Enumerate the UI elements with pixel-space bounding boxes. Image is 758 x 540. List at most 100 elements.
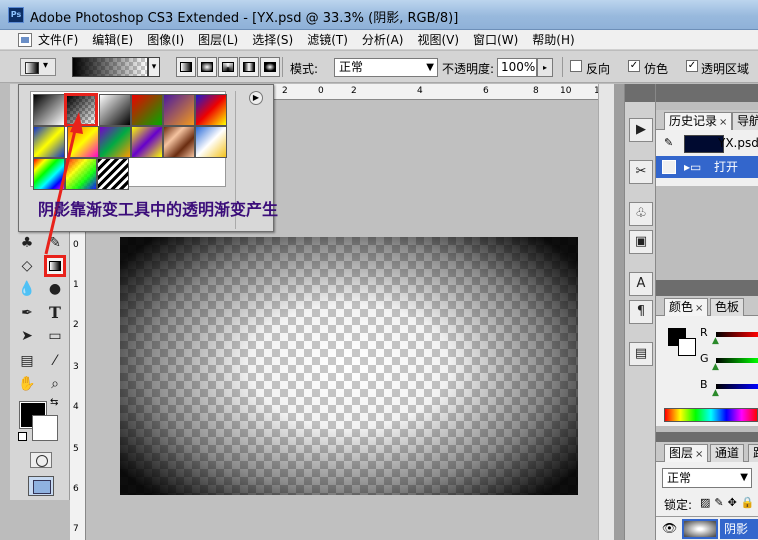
type-tool[interactable]: T: [44, 302, 66, 324]
color-spectrum-bar[interactable]: [664, 408, 758, 422]
menu-help[interactable]: 帮助(H): [532, 32, 574, 48]
brushes-panel-icon[interactable]: ♧: [629, 202, 653, 226]
opacity-input[interactable]: 100%: [497, 58, 537, 77]
preset-copper[interactable]: [163, 126, 195, 158]
background-color-swatch[interactable]: [32, 415, 58, 441]
layers-panel: 正常 ▼ 锁定: ▨✎✥🔒 👁 阴影: [656, 462, 758, 540]
notes-tool[interactable]: ▤: [16, 350, 38, 372]
tab-color[interactable]: 颜色 ×: [664, 298, 709, 316]
menu-window[interactable]: 窗口(W): [473, 32, 518, 48]
blue-slider-handle[interactable]: ▲: [712, 388, 719, 398]
menu-layer[interactable]: 图层(L): [198, 32, 238, 48]
preset-violet-green-orange[interactable]: [99, 126, 131, 158]
hand-tool[interactable]: ✋: [16, 373, 38, 395]
screen-mode-button[interactable]: [28, 476, 54, 496]
lock-icons[interactable]: ▨✎✥🔒: [700, 496, 758, 509]
history-state[interactable]: ▸▭ 打开: [656, 156, 758, 178]
preset-red-green[interactable]: [131, 94, 163, 126]
tab-navigator[interactable]: 导航: [732, 112, 758, 130]
history-source-icon: [662, 160, 676, 174]
tool-preset-picker[interactable]: [20, 58, 56, 76]
preset-violet-orange[interactable]: [163, 94, 195, 126]
preset-spectrum[interactable]: [33, 158, 65, 190]
green-slider-handle[interactable]: ▲: [712, 362, 719, 372]
blur-tool[interactable]: 💧: [16, 278, 38, 300]
preset-transparent-stripes[interactable]: [97, 158, 129, 190]
eye-icon[interactable]: 👁: [662, 521, 677, 535]
swap-colors-icon[interactable]: ⇆: [50, 397, 58, 408]
gradient-tool[interactable]: [44, 255, 66, 277]
actions-panel-icon[interactable]: ▶: [629, 118, 653, 142]
character-panel-icon[interactable]: A: [629, 272, 653, 296]
angle-gradient-button[interactable]: [218, 57, 238, 77]
tab-history[interactable]: 历史记录 ×: [664, 112, 733, 130]
clone-stamp-tool[interactable]: ♣: [16, 232, 38, 254]
tab-channels[interactable]: 通道: [710, 444, 745, 462]
options-separator: [562, 57, 563, 77]
preset-white-black[interactable]: [99, 94, 131, 126]
diamond-gradient-button[interactable]: [260, 57, 280, 77]
rectangle-tool[interactable]: ▭: [44, 325, 66, 347]
dither-checkbox[interactable]: ✓: [628, 60, 640, 72]
dodge-tool[interactable]: ●: [44, 278, 66, 300]
preset-yellow-violet[interactable]: [131, 126, 163, 158]
path-selection-tool[interactable]: ➤: [16, 325, 38, 347]
pen-tool[interactable]: ✒: [16, 302, 38, 324]
red-slider-handle[interactable]: ▲: [712, 336, 719, 346]
vertical-scrollbar[interactable]: [598, 84, 614, 540]
preset-foreground-transparent[interactable]: [64, 93, 98, 127]
preset-orange-yellow[interactable]: [67, 126, 99, 158]
menu-image[interactable]: 图像(I): [147, 32, 184, 48]
background-color-mini[interactable]: [678, 338, 696, 356]
history-snapshot[interactable]: ✎ YX.psd: [656, 132, 758, 154]
clone-source-icon[interactable]: ▣: [629, 230, 653, 254]
radial-gradient-button[interactable]: [197, 57, 217, 77]
history-brush-tool[interactable]: ✎: [44, 232, 66, 254]
gradient-preview[interactable]: [72, 57, 148, 77]
image-canvas[interactable]: [120, 237, 578, 495]
reverse-checkbox[interactable]: [570, 60, 582, 72]
opacity-slider-button[interactable]: ▸: [537, 58, 553, 77]
zoom-tool[interactable]: ⌕: [44, 373, 66, 395]
info-panel-icon[interactable]: ▤: [629, 342, 653, 366]
tab-layers[interactable]: 图层 ×: [664, 444, 709, 462]
linear-gradient-button[interactable]: [176, 57, 196, 77]
menu-filter[interactable]: 滤镜(T): [307, 32, 348, 48]
layer-row[interactable]: 👁 阴影: [656, 516, 758, 540]
mode-select[interactable]: 正常 ▼: [334, 58, 438, 77]
menu-view[interactable]: 视图(V): [417, 32, 459, 48]
gradient-preset-grid: [30, 91, 227, 190]
gradient-dropdown-button[interactable]: ▾: [148, 57, 160, 77]
green-slider[interactable]: [716, 358, 758, 363]
eraser-tool[interactable]: ◇: [16, 255, 38, 277]
options-separator: [282, 57, 283, 77]
green-channel-label: G: [700, 352, 709, 365]
preset-chrome[interactable]: [195, 126, 227, 158]
menu-file[interactable]: 文件(F): [38, 32, 78, 48]
reflected-gradient-button[interactable]: [239, 57, 259, 77]
preset-blue-yellow-blue[interactable]: [33, 126, 65, 158]
chevron-down-icon: ▼: [740, 472, 748, 483]
menu-edit[interactable]: 编辑(E): [92, 32, 133, 48]
paragraph-panel-icon[interactable]: ¶: [629, 300, 653, 324]
menu-analysis[interactable]: 分析(A): [362, 32, 404, 48]
eyedropper-tool[interactable]: ⁄: [44, 350, 66, 372]
tab-swatches[interactable]: 色板: [710, 298, 745, 316]
tools-panel-icon[interactable]: ✂: [629, 160, 653, 184]
dock-divider[interactable]: [614, 84, 624, 540]
default-colors-icon[interactable]: [18, 432, 27, 441]
options-bar: ▾ 模式: 正常 ▼ 不透明度: 100% ▸ 反向 ✓ 仿色 ✓ 透明区域: [0, 51, 758, 83]
document-icon[interactable]: [18, 33, 32, 47]
preset-transparent-rainbow[interactable]: [65, 158, 97, 190]
menu-select[interactable]: 选择(S): [252, 32, 293, 48]
transparent-shadow-gradient: [120, 237, 578, 495]
tab-paths[interactable]: 路: [748, 444, 758, 462]
red-slider[interactable]: [716, 332, 758, 337]
preset-black-white[interactable]: [33, 94, 65, 126]
blue-slider[interactable]: [716, 384, 758, 389]
blend-mode-select[interactable]: 正常 ▼: [662, 468, 752, 488]
picker-menu-icon[interactable]: ▶: [249, 91, 263, 105]
transparency-checkbox[interactable]: ✓: [686, 60, 698, 72]
preset-blue-red-yellow[interactable]: [195, 94, 227, 126]
quick-mask-button[interactable]: [30, 452, 52, 468]
